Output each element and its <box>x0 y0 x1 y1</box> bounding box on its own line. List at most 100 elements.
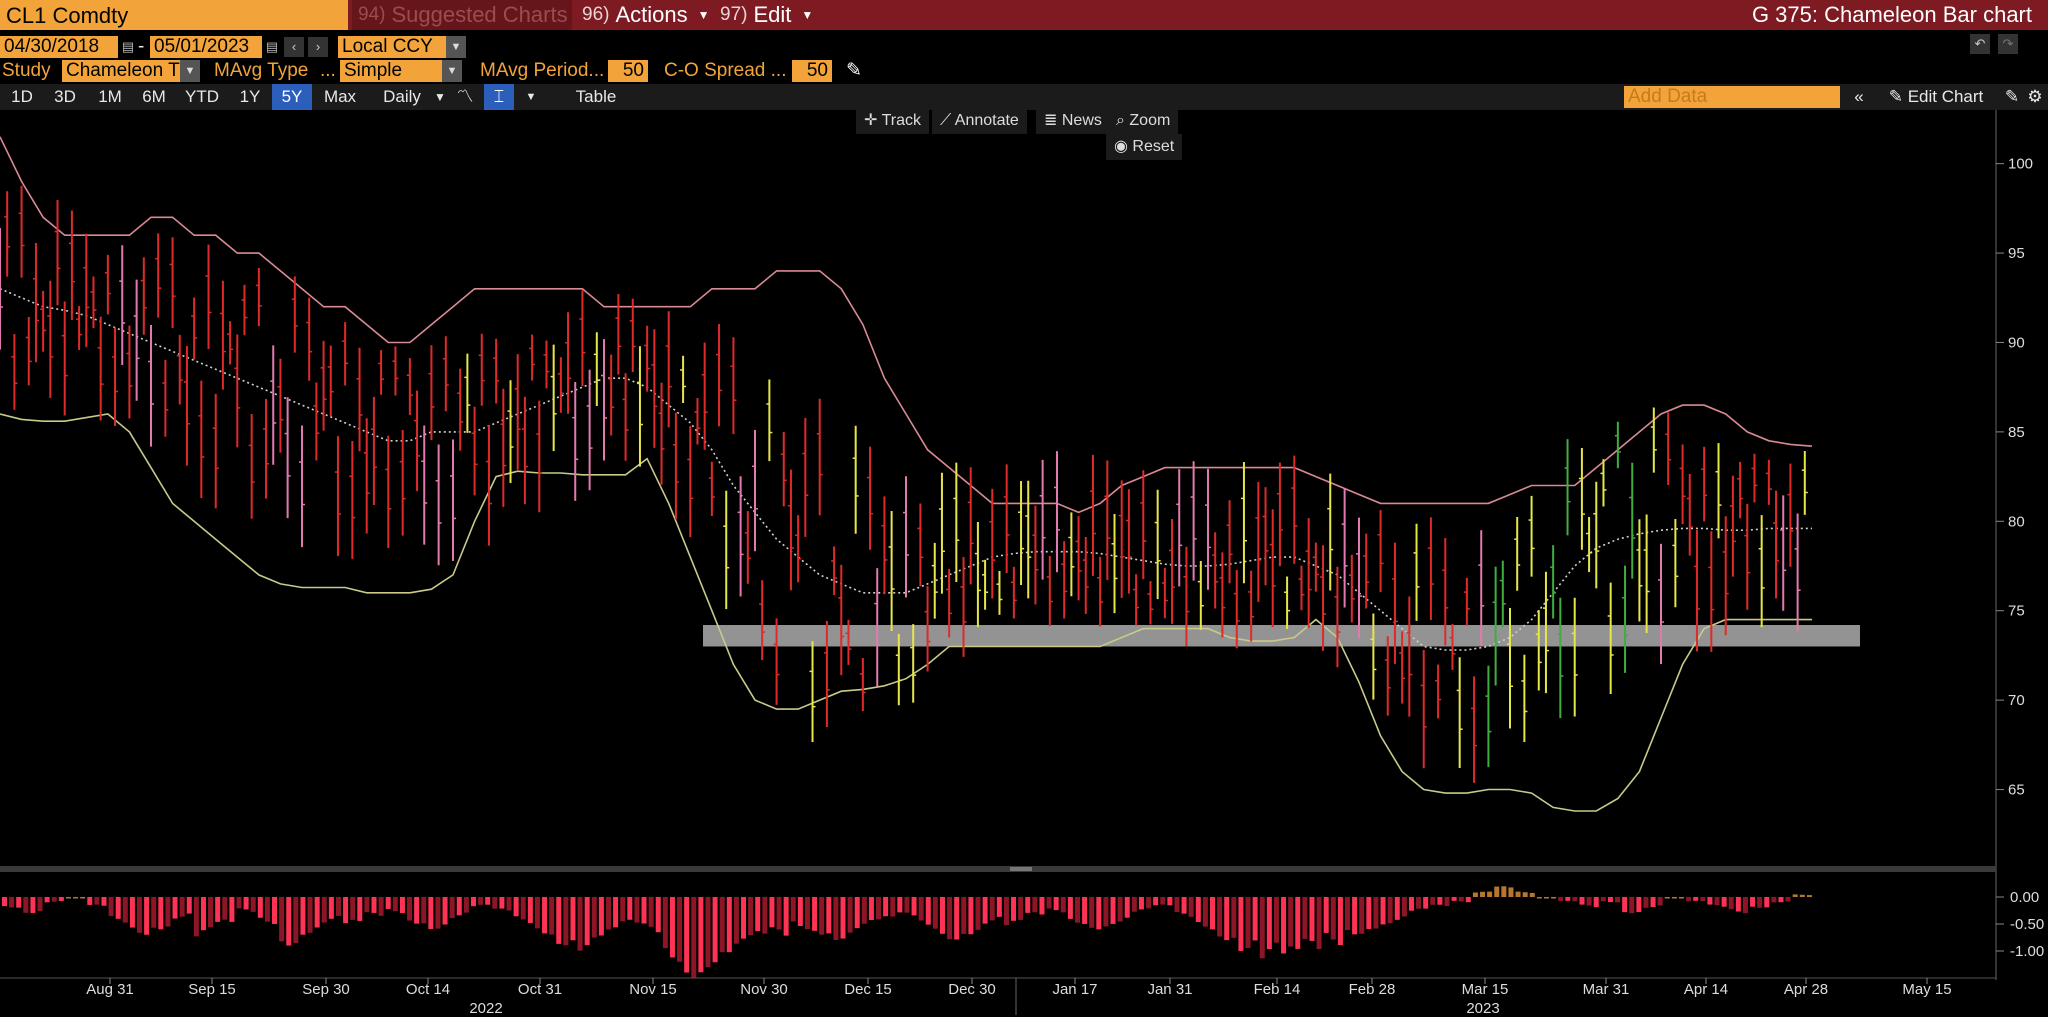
spread-hist-bar <box>1728 897 1734 910</box>
spread-hist-bar <box>243 897 249 910</box>
spread-hist-bar <box>1636 897 1642 913</box>
spread-hist-bar <box>1757 897 1763 908</box>
table-button[interactable]: Table <box>560 84 632 110</box>
spread-hist-bar <box>1714 897 1720 906</box>
spread-hist-bar <box>1003 897 1009 926</box>
spread-hist-bar <box>1124 897 1130 918</box>
spread-hist-bar <box>1359 897 1365 934</box>
mavg-period-field[interactable]: 50 <box>608 60 648 82</box>
suggested-charts-button[interactable]: 94) Suggested Charts <box>352 0 572 30</box>
range-max-button[interactable]: Max <box>318 84 362 110</box>
spread-hist-bar <box>1131 897 1137 912</box>
calendar-icon[interactable]: ▤ <box>262 37 282 57</box>
spread-hist-bar <box>449 897 455 919</box>
x-tick-label: Sep 30 <box>302 981 350 998</box>
spread-hist-bar <box>1558 897 1564 902</box>
chevron-right-icon[interactable]: › <box>308 37 328 57</box>
top-command-bar: CL1 Comdty 94) Suggested Charts 96) Acti… <box>0 0 2048 30</box>
edit-menu-button[interactable]: 97) Edit ▼ <box>716 0 816 30</box>
edit-chart-button[interactable]: ✎ Edit Chart <box>1876 84 1996 110</box>
spread-field[interactable]: 50 <box>792 60 832 82</box>
spread-hist-bar <box>435 897 441 929</box>
spread-hist-bar <box>712 897 718 963</box>
chevron-down-icon[interactable]: ▼ <box>180 60 200 82</box>
spread-hist-bar <box>1281 897 1287 954</box>
upper-band-line <box>0 136 1813 514</box>
spread-hist-bar <box>513 897 519 917</box>
x-tick-label: Oct 14 <box>406 981 450 998</box>
currency-select[interactable]: Local CCY <box>338 36 446 58</box>
calendar-icon[interactable]: ▤ <box>118 37 138 57</box>
spread-label: C-O Spread ... <box>664 60 787 81</box>
spread-hist-bar <box>478 897 484 905</box>
range-1m-button[interactable]: 1M <box>90 84 130 110</box>
spread-hist-bar <box>1515 891 1521 897</box>
end-date-field[interactable]: 05/01/2023 <box>150 36 262 58</box>
mavg-type-select[interactable]: Simple <box>340 60 444 82</box>
range-1d-button[interactable]: 1D <box>2 84 42 110</box>
spread-hist-bar <box>1352 897 1358 935</box>
spread-hist-bar <box>954 897 960 940</box>
spread-hist-bar <box>58 897 64 901</box>
spread-hist-bar <box>1210 897 1215 930</box>
edit-chart-label: Edit Chart <box>1907 87 1984 106</box>
range-3d-button[interactable]: 3D <box>46 84 84 110</box>
pencil-icon[interactable]: ✎ <box>846 60 862 82</box>
chevron-down-icon[interactable]: ▼ <box>432 84 448 110</box>
line-chart-icon[interactable]: 〽 <box>452 84 478 110</box>
chevron-left-icon[interactable]: ‹ <box>284 37 304 57</box>
spread-hist-bar <box>1032 897 1038 913</box>
chevron-down-icon[interactable]: ▼ <box>442 60 462 82</box>
spread-hist-bar <box>762 897 768 934</box>
spread-hist-bar <box>1444 897 1450 906</box>
spread-hist-bar <box>662 897 668 949</box>
gear-icon[interactable]: ⚙ <box>2024 84 2046 110</box>
spread-hist-bar <box>506 897 512 911</box>
chevron-down-icon[interactable]: ▼ <box>522 84 540 110</box>
spread-hist-bar <box>1345 897 1351 931</box>
collapse-icon[interactable]: « <box>1846 84 1872 110</box>
spread-hist-bar <box>144 897 150 935</box>
spread-hist-bar <box>499 897 505 909</box>
hist-tick-label: -0.50 <box>2010 916 2044 933</box>
spread-hist-bar <box>627 897 633 920</box>
spread-hist-bar <box>250 897 256 912</box>
spread-hist-bar <box>1337 897 1343 946</box>
range-ytd-button[interactable]: YTD <box>180 84 224 110</box>
spread-hist-bar <box>1721 897 1727 907</box>
spread-hist-bar <box>1153 897 1159 906</box>
spread-hist-bar <box>890 897 896 917</box>
spread-hist-bar <box>1188 897 1194 917</box>
spread-hist-bar <box>847 897 853 933</box>
price-chart[interactable]: 100 95 90 85 80 75 70 65 0.00 -0.50 -1.00 Aug 31 Sep… <box>0 110 2048 1017</box>
ticker-field[interactable]: CL1 Comdty <box>0 0 348 30</box>
study-select[interactable]: Chameleon T <box>62 60 180 82</box>
spread-hist-bar <box>314 897 320 928</box>
y-tick-label: 75 <box>2008 603 2025 620</box>
spread-hist-bar <box>1700 897 1706 902</box>
frequency-select[interactable]: Daily <box>370 84 434 110</box>
add-data-input[interactable]: Add Data <box>1624 86 1840 108</box>
spread-hist-bar <box>108 897 114 917</box>
spread-hist-bar <box>1103 897 1109 927</box>
redo-icon[interactable]: ↷ <box>1998 34 2018 54</box>
spread-hist-bar <box>1373 897 1379 929</box>
range-5y-button[interactable]: 5Y <box>272 84 312 110</box>
y-tick-label: 80 <box>2008 513 2025 530</box>
undo-icon[interactable]: ↶ <box>1970 34 1990 54</box>
spread-hist-bar <box>733 897 739 944</box>
spread-hist-bar <box>65 897 71 899</box>
spread-hist-bar <box>1266 897 1272 950</box>
bar-chart-icon[interactable]: ⌶ <box>484 84 514 110</box>
year-label: 2023 <box>1466 1000 1499 1017</box>
spread-hist-bar <box>1416 897 1422 909</box>
hist-tick-label: 0.00 <box>2010 889 2039 906</box>
start-date-field[interactable]: 04/30/2018 <box>0 36 118 58</box>
actions-menu-button[interactable]: 96) Actions ▼ <box>578 0 710 30</box>
pencil-icon[interactable]: ✎ <box>2002 84 2022 110</box>
range-6m-button[interactable]: 6M <box>134 84 174 110</box>
range-1y-button[interactable]: 1Y <box>228 84 272 110</box>
chevron-down-icon[interactable]: ▼ <box>446 36 466 58</box>
spread-hist-bar <box>883 897 889 917</box>
x-tick-label: Aug 31 <box>86 981 134 998</box>
